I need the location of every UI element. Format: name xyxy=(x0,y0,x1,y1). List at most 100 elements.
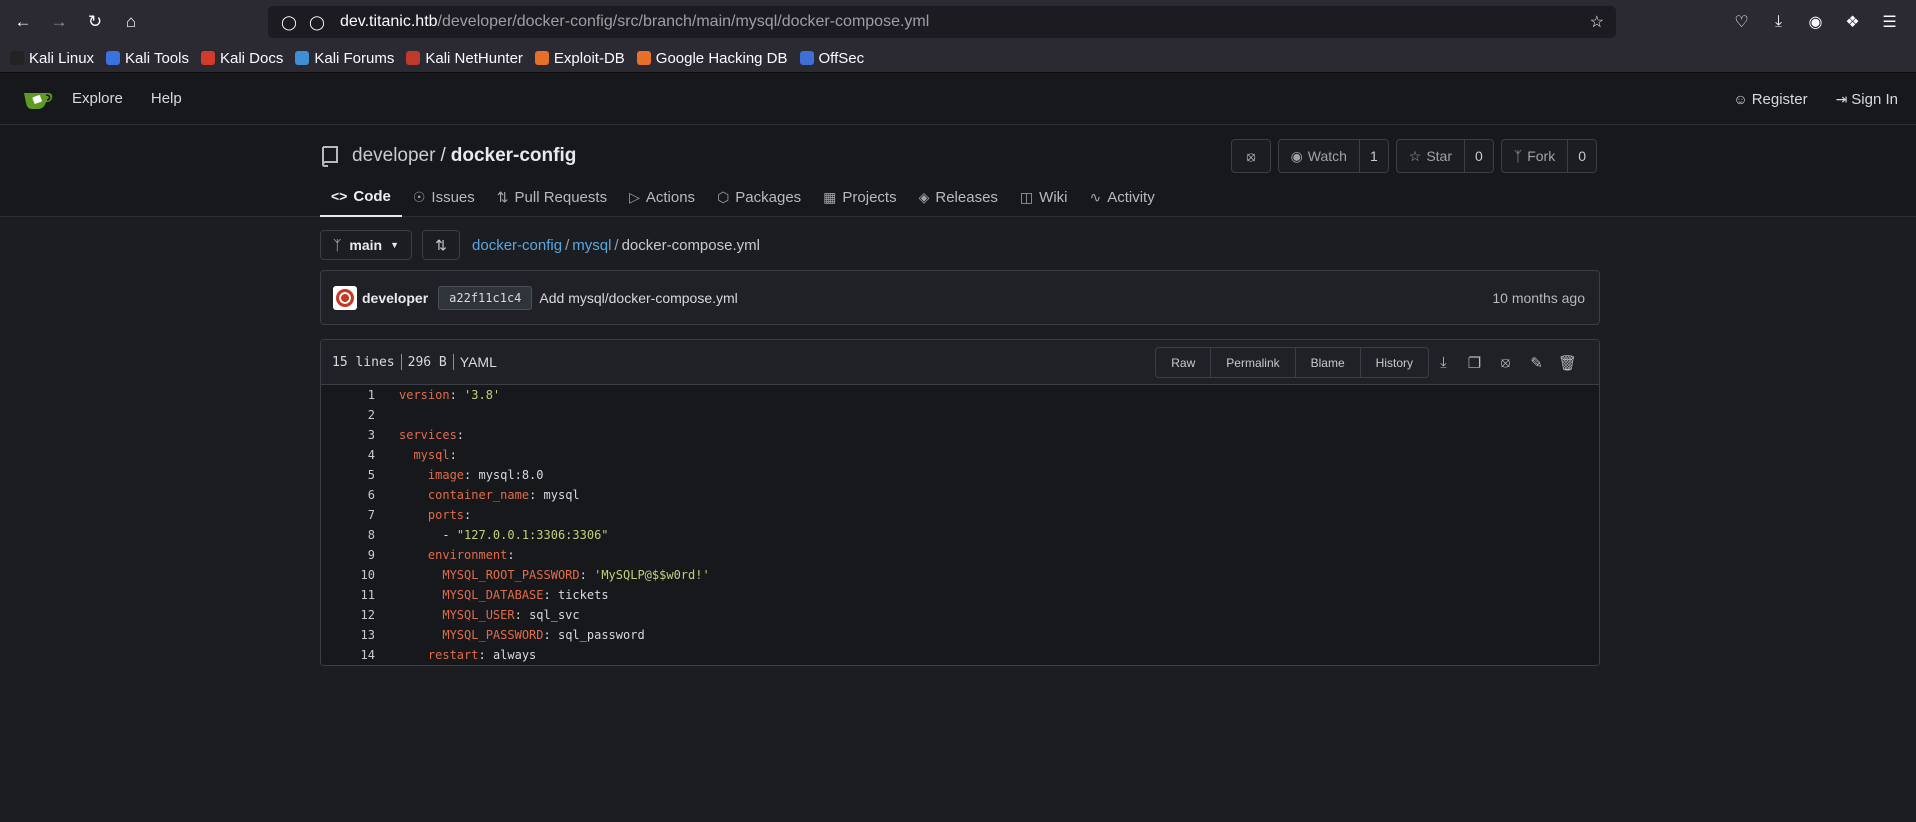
line-number[interactable]: 2 xyxy=(321,408,375,422)
line-number[interactable]: 12 xyxy=(321,608,375,622)
reload-button[interactable]: ↻ xyxy=(77,0,113,44)
commit-message[interactable]: Add mysql/docker-compose.yml xyxy=(539,290,737,306)
bookmark-favicon-icon xyxy=(200,51,215,65)
repo-owner-link[interactable]: developer xyxy=(352,145,435,167)
code-line: 5 image: mysql:8.0 xyxy=(321,465,1599,485)
branch-name: main xyxy=(349,237,383,253)
bookmark-item[interactable]: Kali Docs xyxy=(200,50,283,67)
branch-selector[interactable]: ᛉ main ▼ xyxy=(320,230,413,260)
address-bar[interactable]: ◯ ◯ dev.titanic.htb/developer/docker-con… xyxy=(268,6,1616,38)
download-icon[interactable]: ⤓ xyxy=(1428,354,1459,371)
line-number[interactable]: 5 xyxy=(321,468,375,482)
browser-toolbar: ← → ↻ ⌂ ◯ ◯ dev.titanic.htb/developer/do… xyxy=(0,0,1916,44)
star-count[interactable]: 0 xyxy=(1464,140,1493,172)
commit-sha-link[interactable]: a22f11c1c4 xyxy=(438,285,533,310)
code-line: 13 MYSQL_PASSWORD: sql_password xyxy=(321,625,1599,645)
line-number[interactable]: 11 xyxy=(321,588,375,602)
line-number[interactable]: 10 xyxy=(321,568,375,582)
back-button[interactable]: ← xyxy=(5,0,41,44)
bookmark-item[interactable]: OffSec xyxy=(799,49,865,67)
extensions-icon[interactable]: ❖ xyxy=(1834,12,1871,32)
tab-activity[interactable]: ∿ Activity xyxy=(1078,177,1165,217)
star-button[interactable]: ☆ Star 0 xyxy=(1395,139,1494,173)
nav-help[interactable]: Help xyxy=(151,90,182,107)
tab-releases[interactable]: ◈ Releases xyxy=(908,177,1009,217)
tab-label: Code xyxy=(353,187,391,205)
bookmark-item[interactable]: Kali Forums xyxy=(295,50,394,67)
tab-projects[interactable]: ▦ Projects xyxy=(812,177,907,217)
copy-icon[interactable]: ❐ xyxy=(1459,354,1490,372)
bookmark-label: Google Hacking DB xyxy=(655,49,788,67)
nav-explore[interactable]: Explore xyxy=(72,90,123,107)
repo-name-link[interactable]: docker-config xyxy=(451,145,577,167)
permalink-button[interactable]: Permalink xyxy=(1210,348,1294,377)
commit-author-link[interactable]: developer xyxy=(362,290,428,306)
fork-count[interactable]: 0 xyxy=(1567,140,1596,172)
forward-button[interactable]: → xyxy=(41,0,77,44)
breadcrumb-folder-link[interactable]: mysql xyxy=(572,237,611,254)
bookmark-star-icon[interactable]: ☆ xyxy=(1590,12,1604,32)
tag-icon: ◈ xyxy=(918,188,930,205)
tab-packages[interactable]: ⬡ Packages xyxy=(706,177,812,217)
tab-pull-requests[interactable]: ⇅ Pull Requests xyxy=(486,177,618,217)
compare-button[interactable]: ⇅ xyxy=(422,230,461,260)
edit-pencil-icon[interactable]: ✎ xyxy=(1521,354,1552,372)
bookmark-item[interactable]: Kali NetHunter xyxy=(406,50,523,67)
file-size: 296 B xyxy=(407,354,447,370)
bookmark-item[interactable]: Kali Tools xyxy=(106,50,189,67)
code-line: 6 container_name: mysql xyxy=(321,485,1599,505)
avatar[interactable] xyxy=(333,285,357,310)
pull-request-icon: ⇅ xyxy=(496,188,509,205)
home-button[interactable]: ⌂ xyxy=(113,0,149,44)
blame-button[interactable]: Blame xyxy=(1294,348,1360,377)
yaml-separator: : xyxy=(449,388,465,402)
issue-icon: ☉ xyxy=(412,188,426,205)
line-number[interactable]: 1 xyxy=(321,388,375,402)
shield-icon[interactable]: ◯ xyxy=(278,14,300,31)
line-number[interactable]: 6 xyxy=(321,488,375,502)
gitea-logo-icon[interactable] xyxy=(22,86,54,112)
bookmark-label: Exploit-DB xyxy=(553,49,625,67)
line-number[interactable]: 14 xyxy=(321,648,375,662)
raw-button[interactable]: Raw xyxy=(1156,348,1210,377)
watch-count[interactable]: 1 xyxy=(1358,140,1388,172)
yaml-separator: : xyxy=(543,628,558,642)
bookmark-label: OffSec xyxy=(818,49,865,67)
account-icon[interactable]: ◉ xyxy=(1797,12,1834,32)
bookmark-item[interactable]: Google Hacking DB xyxy=(636,49,788,67)
rss-feed-button[interactable]: ⦻ xyxy=(1231,139,1271,173)
url-text[interactable]: dev.titanic.htb/developer/docker-config/… xyxy=(340,13,929,31)
pull-request-icon: ⇅ xyxy=(435,236,447,253)
downloads-icon[interactable]: ⤓ xyxy=(1760,13,1797,31)
code-line: 9 environment: xyxy=(321,545,1599,565)
rss-icon[interactable]: ⦻ xyxy=(1490,354,1521,371)
tab-code[interactable]: <> Code xyxy=(320,177,402,217)
line-number[interactable]: 4 xyxy=(321,448,375,462)
register-link[interactable]: ☺ Register xyxy=(1733,91,1807,108)
watch-button[interactable]: ◉ Watch 1 xyxy=(1277,139,1389,173)
history-button[interactable]: History xyxy=(1359,348,1428,377)
file-view-buttons: Raw Permalink Blame History xyxy=(1155,347,1429,378)
yaml-value: always xyxy=(492,648,537,662)
line-number[interactable]: 13 xyxy=(321,628,375,642)
line-number[interactable]: 8 xyxy=(321,528,375,542)
line-number[interactable]: 9 xyxy=(321,548,375,562)
tab-actions[interactable]: ▷ Actions xyxy=(618,177,706,217)
line-number[interactable]: 3 xyxy=(321,428,375,442)
star-label: Star xyxy=(1426,148,1452,164)
bookmark-item[interactable]: Kali Linux xyxy=(10,50,94,67)
breadcrumb-root-link[interactable]: docker-config xyxy=(472,237,562,254)
pocket-icon[interactable]: ♡ xyxy=(1723,12,1760,32)
yaml-separator: : xyxy=(464,508,472,522)
trash-icon[interactable]: 🗑 xyxy=(1552,354,1583,372)
tab-issues[interactable]: ☉ Issues xyxy=(402,177,486,217)
tab-wiki[interactable]: ◫ Wiki xyxy=(1009,177,1079,217)
fork-button[interactable]: ᛉ Fork 0 xyxy=(1500,139,1597,173)
bookmark-item[interactable]: Exploit-DB xyxy=(534,49,625,67)
site-info-icon[interactable]: ◯ xyxy=(306,14,328,31)
menu-icon[interactable]: ☰ xyxy=(1871,12,1908,32)
line-number[interactable]: 7 xyxy=(321,508,375,522)
sign-in-link[interactable]: ⇥ Sign In xyxy=(1836,91,1898,108)
